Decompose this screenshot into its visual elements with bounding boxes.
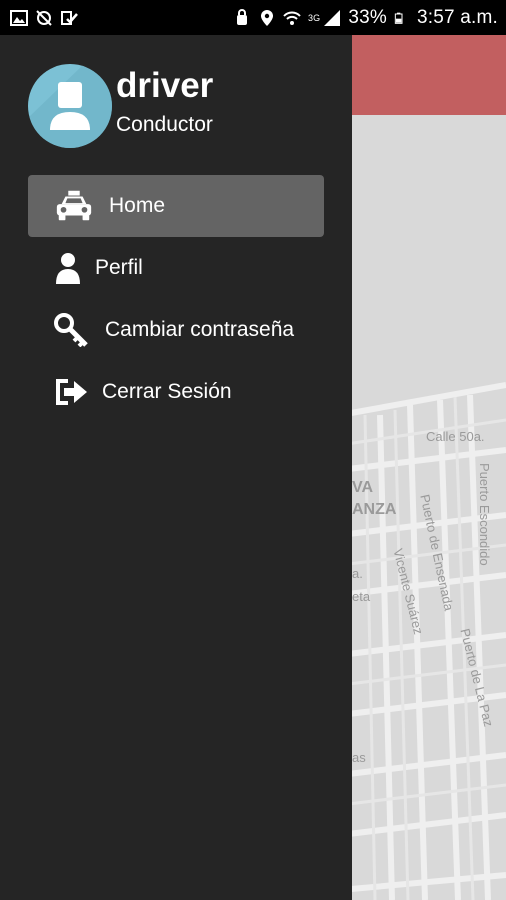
map-label: as [352, 750, 366, 765]
menu-item-label: Home [109, 194, 166, 217]
navigation-drawer: driver Conductor Home Perfil Cambiar con… [0, 35, 352, 900]
map-label: Calle 50a. [426, 429, 485, 444]
sync-off-icon [36, 9, 52, 26]
menu-item-home[interactable]: Home [28, 175, 324, 237]
status-bar-left [10, 9, 78, 27]
person-icon [48, 253, 88, 284]
battery-percent: 33% [348, 6, 387, 28]
signal-icon [324, 9, 341, 26]
user-name: driver [116, 66, 214, 105]
taxi-icon [54, 190, 94, 221]
map-label: eta [352, 589, 371, 604]
location-icon [260, 9, 273, 26]
battery-icon [394, 12, 403, 24]
check-mail-icon [61, 10, 78, 25]
status-bar-right: 3G 33% 3:57 a.m. [233, 7, 498, 29]
avatar[interactable] [28, 64, 112, 148]
status-bar: 3G 33% 3:57 a.m. [0, 0, 506, 35]
menu-item-label: Perfil [95, 256, 143, 279]
menu-item-profile[interactable]: Perfil [28, 237, 324, 299]
menu-item-logout[interactable]: Cerrar Sesión [28, 361, 324, 423]
logout-icon [52, 377, 92, 407]
menu-item-label: Cerrar Sesión [102, 380, 232, 403]
map-label: VA [352, 479, 374, 496]
user-role: Conductor [116, 113, 213, 136]
map-label: Puerto Escondido [477, 463, 492, 566]
map-label: ANZA [352, 501, 397, 518]
wifi-icon [283, 11, 301, 25]
key-icon [52, 313, 92, 347]
network-type: 3G [307, 12, 321, 23]
image-icon [10, 9, 28, 26]
clock: 3:57 a.m. [416, 6, 498, 28]
menu-item-change-password[interactable]: Cambiar contraseña [28, 299, 324, 361]
map-label: a. [352, 566, 363, 581]
user-avatar-icon [28, 64, 112, 148]
menu-item-label: Cambiar contraseña [105, 318, 295, 341]
alarm-lock-icon [236, 8, 247, 25]
